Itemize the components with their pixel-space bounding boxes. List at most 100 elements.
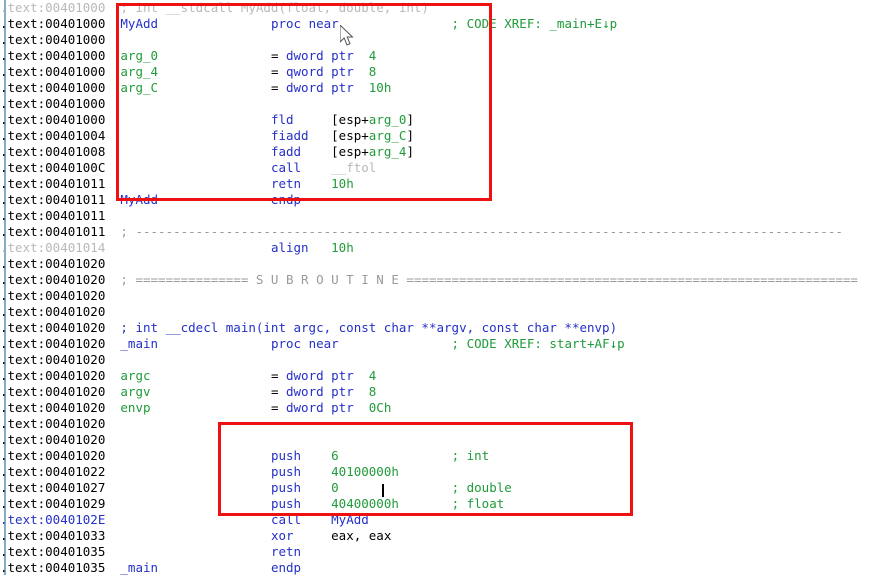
function-prototype-comment: ; int __cdecl main(int argc, const char … xyxy=(105,320,618,335)
equals-sign: = xyxy=(270,48,286,63)
disasm-line[interactable]: .text:00401020 ; =============== S U B R… xyxy=(0,272,895,288)
operand-size-keyword: dword ptr xyxy=(286,48,354,63)
disasm-line[interactable]: .text:00401027 push 0 ; double xyxy=(0,480,895,496)
disasm-line[interactable]: .text:0040102E call MyAdd xyxy=(0,512,895,528)
operand-arg: arg_C xyxy=(368,128,407,143)
disasm-line[interactable]: .text:00401033 xor eax, eax xyxy=(0,528,895,544)
line-comment: ; CODE XREF: _main+E↓p xyxy=(338,16,618,31)
line-address: .text:00401020 xyxy=(0,368,106,383)
disasm-line[interactable]: .text:00401029 push 40400000h ; float xyxy=(0,496,895,512)
operand: 0 xyxy=(331,480,339,495)
disasm-line[interactable]: .text:00401000 xyxy=(0,96,895,112)
text-caret xyxy=(382,484,384,497)
disasm-line[interactable]: .text:00401000 fld [esp+arg_0] xyxy=(0,112,895,128)
mnemonic: proc near xyxy=(270,16,339,31)
line-label: argc xyxy=(105,368,271,383)
disasm-line[interactable]: .text:00401020 xyxy=(0,304,895,320)
disasm-line[interactable]: .text:00401020 xyxy=(0,416,895,432)
operand-size-keyword: qword ptr xyxy=(286,64,354,79)
line-address: .text:00401000 xyxy=(0,112,106,127)
line-address: .text:00401000 xyxy=(0,96,106,111)
operand-offset: 4 xyxy=(353,48,377,63)
disasm-line[interactable]: .text:00401011 retn 10h xyxy=(0,176,895,192)
operand: 10h xyxy=(331,240,354,255)
disasm-line[interactable]: .text:00401014 align 10h xyxy=(0,240,895,256)
disasm-line[interactable]: .text:00401008 fadd [esp+arg_4] xyxy=(0,144,895,160)
operand: __ftol xyxy=(331,160,377,175)
disasm-line[interactable]: .text:00401000 arg_4 = qword ptr 8 xyxy=(0,64,895,80)
line-address: .text:00401020 xyxy=(0,416,106,431)
line-address: .text:00401011 xyxy=(0,208,106,223)
line-address: .text:00401029 xyxy=(0,496,106,511)
line-label: arg_C xyxy=(105,80,271,95)
disasm-line[interactable]: .text:00401020 _main proc near ; CODE XR… xyxy=(0,336,895,352)
subroutine-banner: ; =============== S U B R O U T I N E ==… xyxy=(105,272,858,287)
line-address: .text:00401020 xyxy=(0,336,106,351)
disasm-line[interactable]: .text:00401020 xyxy=(0,432,895,448)
disasm-line[interactable]: .text:00401000 ; int __stdcall MyAdd(flo… xyxy=(0,0,895,16)
equals-sign: = xyxy=(270,368,286,383)
line-address: .text:00401020 xyxy=(0,432,106,447)
mnemonic: push xyxy=(270,464,332,479)
line-address: .text:0040102E xyxy=(0,512,106,527)
line-label: argv xyxy=(105,384,271,399)
operand-close: ] xyxy=(406,128,414,143)
line-label xyxy=(105,496,271,511)
operand-offset: 4 xyxy=(353,368,377,383)
disasm-line[interactable]: .text:00401000 MyAdd proc near ; CODE XR… xyxy=(0,16,895,32)
line-comment: ; int xyxy=(338,448,490,463)
disasm-line[interactable]: .text:00401035 retn xyxy=(0,544,895,560)
mnemonic: endp xyxy=(270,192,302,207)
line-label xyxy=(105,528,271,543)
operand: 6 xyxy=(331,448,339,463)
line-label xyxy=(105,512,271,527)
operand-size-keyword: dword ptr xyxy=(286,368,354,383)
line-comment: ; double xyxy=(338,480,512,495)
disasm-line[interactable]: .text:00401035 _main endp xyxy=(0,560,895,575)
mouse-pointer-icon xyxy=(340,25,354,46)
operand: 40400000h xyxy=(331,496,399,511)
equals-sign: = xyxy=(270,384,286,399)
disasm-line[interactable]: .text:00401011 xyxy=(0,208,895,224)
mnemonic: align xyxy=(270,240,332,255)
line-address: .text:00401027 xyxy=(0,480,106,495)
disasm-line[interactable]: .text:00401020 argv = dword ptr 8 xyxy=(0,384,895,400)
disasm-line[interactable]: .text:00401011 MyAdd endp xyxy=(0,192,895,208)
mnemonic: retn xyxy=(270,176,332,191)
disasm-line[interactable]: .text:0040100C call __ftol xyxy=(0,160,895,176)
line-label: arg_4 xyxy=(105,64,271,79)
disasm-line[interactable]: .text:00401020 xyxy=(0,352,895,368)
mnemonic: fadd xyxy=(270,144,332,159)
operand: 10h xyxy=(331,176,354,191)
disasm-line[interactable]: .text:00401000 arg_0 = dword ptr 4 xyxy=(0,48,895,64)
disasm-line[interactable]: .text:00401020 envp = dword ptr 0Ch xyxy=(0,400,895,416)
line-label: arg_0 xyxy=(105,48,271,63)
mnemonic: xor xyxy=(270,528,332,543)
separator-rule: ; --------------------------------------… xyxy=(105,224,843,239)
operand-size-keyword: dword ptr xyxy=(286,384,354,399)
disasm-line[interactable]: .text:00401000 xyxy=(0,32,895,48)
line-label xyxy=(105,544,271,559)
line-address: .text:00401020 xyxy=(0,272,106,287)
operand-close: ] xyxy=(406,144,414,159)
disasm-line[interactable]: .text:00401004 fiadd [esp+arg_C] xyxy=(0,128,895,144)
line-address: .text:00401000 xyxy=(0,32,106,47)
disassembly-listing[interactable]: .text:00401000 ; int __stdcall MyAdd(flo… xyxy=(0,0,895,575)
line-address: .text:00401020 xyxy=(0,256,106,271)
disasm-line[interactable]: .text:00401020 ; int __cdecl main(int ar… xyxy=(0,320,895,336)
line-label xyxy=(105,144,271,159)
disasm-line[interactable]: .text:00401020 xyxy=(0,256,895,272)
disasm-line[interactable]: .text:00401020 xyxy=(0,288,895,304)
line-address: .text:00401000 xyxy=(0,80,106,95)
operand-offset: 0Ch xyxy=(353,400,392,415)
disasm-line[interactable]: .text:00401020 push 6 ; int xyxy=(0,448,895,464)
disasm-line[interactable]: .text:00401011 ; -----------------------… xyxy=(0,224,895,240)
line-address: .text:00401020 xyxy=(0,400,106,415)
equals-sign: = xyxy=(270,400,286,415)
mnemonic: retn xyxy=(270,544,302,559)
disasm-line[interactable]: .text:00401020 argc = dword ptr 4 xyxy=(0,368,895,384)
disasm-line[interactable]: .text:00401000 arg_C = dword ptr 10h xyxy=(0,80,895,96)
operand-close: ] xyxy=(406,112,414,127)
line-address: .text:00401020 xyxy=(0,352,106,367)
disasm-line[interactable]: .text:00401022 push 40100000h xyxy=(0,464,895,480)
